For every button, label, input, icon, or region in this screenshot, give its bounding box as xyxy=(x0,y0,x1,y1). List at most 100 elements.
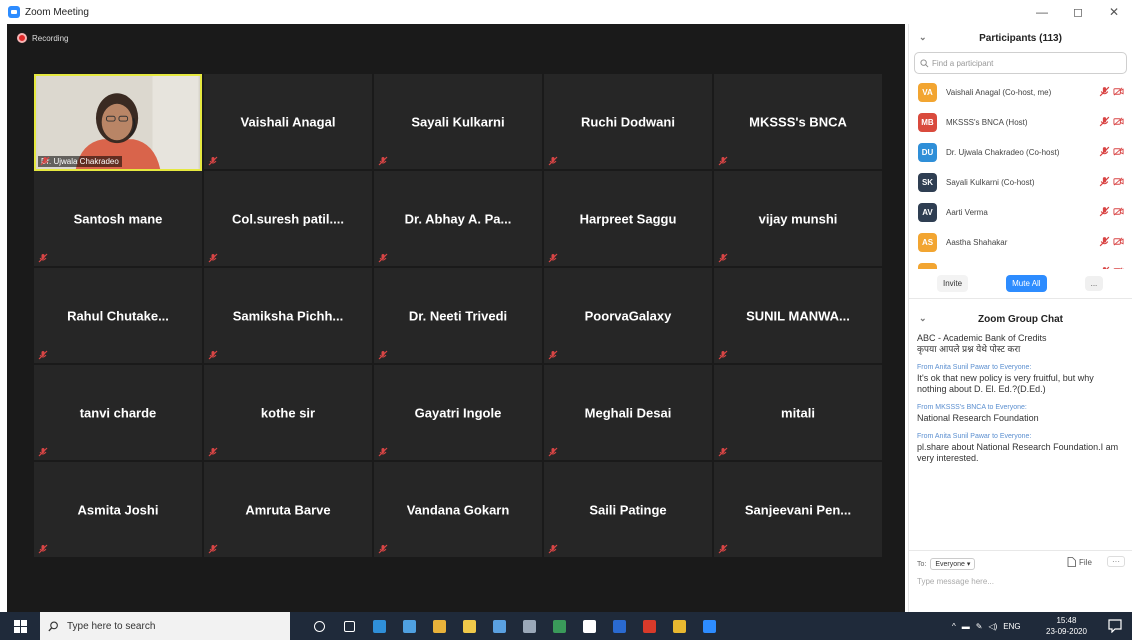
participant-row[interactable]: SK Sayali Kulkarni (Co-host) xyxy=(909,167,1132,197)
taskbar-app-icon[interactable] xyxy=(396,615,422,637)
taskbar-app-icon[interactable] xyxy=(696,615,722,637)
participant-tile[interactable]: Santosh mane xyxy=(34,171,202,266)
participant-tile[interactable]: SUNIL MANWA... xyxy=(714,268,882,363)
taskbar-app-icon[interactable] xyxy=(426,615,452,637)
volume-icon[interactable]: ◁) xyxy=(988,622,997,631)
participant-tile[interactable]: Sayali Kulkarni xyxy=(374,74,542,169)
muted-mic-icon xyxy=(378,447,388,457)
participant-tile[interactable]: Vaishali Anagal xyxy=(204,74,372,169)
participant-tile-name: Gayatri Ingole xyxy=(414,405,502,420)
participant-tile[interactable]: Dr. Abhay A. Pa... xyxy=(374,171,542,266)
participant-tile[interactable]: mitali xyxy=(714,365,882,460)
participant-tile[interactable]: Vandana Gokarn xyxy=(374,462,542,557)
network-icon[interactable]: ▬ xyxy=(962,622,970,631)
participant-tile-name: Vandana Gokarn xyxy=(406,502,510,517)
taskbar-app-icon[interactable] xyxy=(636,615,662,637)
taskbar-app-icon[interactable] xyxy=(666,615,692,637)
taskbar-search-box[interactable]: Type here to search xyxy=(40,612,290,640)
participant-tile-name: tanvi charde xyxy=(79,405,157,420)
taskbar-app-icon[interactable] xyxy=(336,615,362,637)
participant-row[interactable]: AD Alka Dhole xyxy=(909,257,1132,269)
participant-tile[interactable]: Sanjeevani Pen... xyxy=(714,462,882,557)
chat-collapse-chevron-icon[interactable]: ⌄ xyxy=(919,313,927,324)
active-speaker-tile[interactable]: Dr. Ujwala Chakradeo xyxy=(34,74,202,171)
restore-button[interactable]: ◻ xyxy=(1060,0,1096,24)
muted-mic-icon xyxy=(208,156,218,166)
video-off-icon[interactable] xyxy=(1113,116,1124,127)
participant-tile-name: Harpreet Saggu xyxy=(579,211,677,226)
participant-tile[interactable]: Col.suresh patil.... xyxy=(204,171,372,266)
participant-tile-name: kothe sir xyxy=(260,405,316,420)
participant-row[interactable]: AV Aarti Verma xyxy=(909,197,1132,227)
participant-tile[interactable]: Harpreet Saggu xyxy=(544,171,712,266)
recipient-select[interactable]: Everyone ▾ xyxy=(930,558,976,570)
taskbar-app-icon[interactable] xyxy=(516,615,542,637)
muted-mic-icon[interactable] xyxy=(1099,176,1110,187)
start-button[interactable] xyxy=(0,612,40,640)
participant-tile-name: Dr. Abhay A. Pa... xyxy=(404,211,512,226)
video-off-icon[interactable] xyxy=(1113,86,1124,97)
participant-tile-name: mitali xyxy=(781,405,815,420)
participant-tile[interactable]: Saili Patinge xyxy=(544,462,712,557)
file-button[interactable]: File xyxy=(1067,557,1092,567)
participant-tile[interactable]: Samiksha Pichh... xyxy=(204,268,372,363)
video-off-icon[interactable] xyxy=(1113,176,1124,187)
video-off-icon[interactable] xyxy=(1113,266,1124,269)
participant-tile[interactable]: Ruchi Dodwani xyxy=(544,74,712,169)
muted-mic-icon[interactable] xyxy=(1099,206,1110,217)
chat-more-button[interactable]: ··· xyxy=(1107,556,1125,567)
pen-icon[interactable]: ✎ xyxy=(976,622,983,631)
video-off-icon[interactable] xyxy=(1113,206,1124,217)
participant-tile[interactable]: Meghali Desai xyxy=(544,365,712,460)
muted-mic-icon[interactable] xyxy=(1099,116,1110,127)
taskbar-clock[interactable]: 15:48 23-09-2020 xyxy=(1046,615,1087,637)
participant-tile[interactable]: Dr. Neeti Trivedi xyxy=(374,268,542,363)
participant-tile-name: Sanjeevani Pen... xyxy=(744,502,852,517)
chat-message: कृपया आपले प्रश्न येथे पोस्ट करा xyxy=(917,344,1124,355)
participant-tile[interactable]: tanvi charde xyxy=(34,365,202,460)
minimize-button[interactable]: — xyxy=(1024,0,1060,24)
participant-row[interactable]: AS Aastha Shahakar xyxy=(909,227,1132,257)
muted-mic-icon[interactable] xyxy=(1099,266,1110,269)
video-off-icon[interactable] xyxy=(1113,146,1124,157)
tray-chevron-icon[interactable]: ^ xyxy=(952,622,956,631)
taskbar-app-icon[interactable] xyxy=(306,615,332,637)
title-bar: Zoom Meeting — ◻ ✕ xyxy=(0,0,1132,24)
participant-tile[interactable]: vijay munshi xyxy=(714,171,882,266)
muted-mic-icon[interactable] xyxy=(1099,236,1110,247)
avatar: SK xyxy=(918,172,937,192)
participant-row[interactable]: MB MKSSS's BNCA (Host) xyxy=(909,107,1132,137)
participants-header: ⌄ Participants (113) xyxy=(909,24,1132,52)
participant-tile[interactable]: Rahul Chutake... xyxy=(34,268,202,363)
language-indicator[interactable]: ENG xyxy=(1003,622,1020,631)
taskbar-app-icon[interactable] xyxy=(366,615,392,637)
more-options-button[interactable]: ... xyxy=(1084,276,1104,291)
taskbar-app-icon[interactable] xyxy=(546,615,572,637)
invite-button[interactable]: Invite xyxy=(937,275,969,292)
participant-tile[interactable]: Asmita Joshi xyxy=(34,462,202,557)
participant-row[interactable]: DU Dr. Ujwala Chakradeo (Co-host) xyxy=(909,137,1132,167)
mute-all-button[interactable]: Mute All xyxy=(1006,275,1047,292)
taskbar-app-icon[interactable] xyxy=(576,615,602,637)
participant-tile[interactable]: MKSSS's BNCA xyxy=(714,74,882,169)
video-off-icon[interactable] xyxy=(1113,236,1124,247)
chat-message-input[interactable]: Type message here... xyxy=(917,577,994,586)
chat-composer: To: Everyone ▾ File ··· Type message her… xyxy=(909,550,1132,610)
collapse-chevron-icon[interactable]: ⌄ xyxy=(919,32,927,43)
close-button[interactable]: ✕ xyxy=(1096,0,1132,24)
taskbar-app-icon[interactable] xyxy=(456,615,482,637)
notification-icon[interactable] xyxy=(1108,619,1122,633)
muted-mic-icon[interactable] xyxy=(1099,146,1110,157)
participant-tile[interactable]: Amruta Barve xyxy=(204,462,372,557)
system-tray: ^ ▬ ✎ ◁) ENG xyxy=(952,612,1021,640)
taskbar-app-icon[interactable] xyxy=(486,615,512,637)
clock-date: 23-09-2020 xyxy=(1046,627,1087,636)
participant-search-input[interactable]: Find a participant xyxy=(914,52,1127,74)
taskbar-app-icon[interactable] xyxy=(606,615,632,637)
participant-row[interactable]: VA Vaishali Anagal (Co-host, me) xyxy=(909,77,1132,107)
muted-mic-icon[interactable] xyxy=(1099,86,1110,97)
participant-tile[interactable]: PoorvaGalaxy xyxy=(544,268,712,363)
participant-tile[interactable]: kothe sir xyxy=(204,365,372,460)
participant-tile[interactable]: Gayatri Ingole xyxy=(374,365,542,460)
muted-mic-icon xyxy=(718,544,728,554)
